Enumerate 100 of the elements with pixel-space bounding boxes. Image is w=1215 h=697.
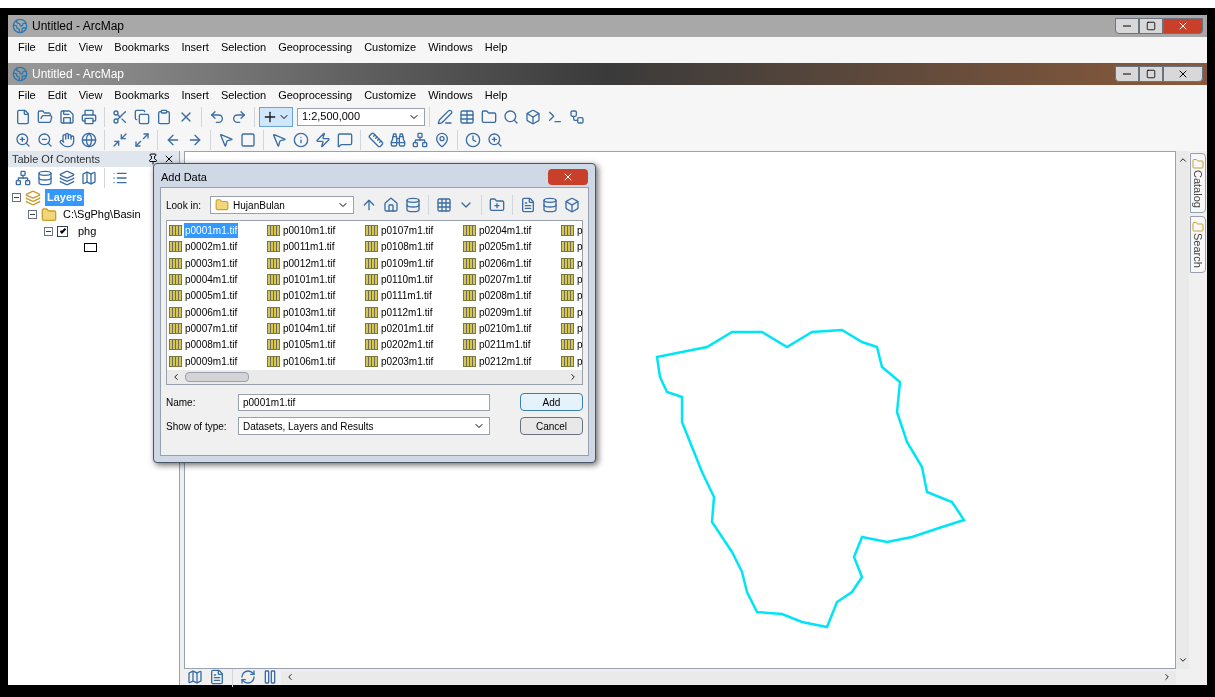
close-button[interactable] bbox=[548, 169, 588, 185]
binoculars-icon[interactable] bbox=[390, 131, 406, 148]
scroll-up-icon[interactable] bbox=[1177, 155, 1188, 165]
scroll-left-icon[interactable] bbox=[171, 372, 181, 382]
open-folder-icon[interactable] bbox=[37, 108, 53, 125]
scroll-left-icon[interactable] bbox=[285, 672, 295, 682]
type-dropdown[interactable]: Datasets, Layers and Results bbox=[238, 417, 490, 435]
raster-filename[interactable]: p0111m1.tif bbox=[380, 288, 433, 304]
raster-filename[interactable]: p bbox=[576, 321, 584, 336]
raster-filename[interactable]: p0012m1.tif bbox=[282, 255, 337, 271]
menu-item[interactable]: Bookmarks bbox=[108, 38, 176, 56]
raster-filename[interactable]: p0203m1.tif bbox=[380, 353, 435, 369]
vertical-scrollbar[interactable] bbox=[1176, 151, 1189, 669]
raster-filename[interactable]: p0108m1.tif bbox=[380, 239, 435, 255]
raster-filename[interactable]: p0112m1.tif bbox=[380, 304, 434, 320]
layer-checkbox[interactable] bbox=[57, 226, 68, 237]
raster-filename[interactable]: p bbox=[576, 353, 584, 369]
scale-dropdown[interactable]: 1:2,500,000 bbox=[297, 107, 425, 126]
view-grid-icon[interactable] bbox=[436, 197, 452, 213]
pin-icon[interactable] bbox=[147, 153, 159, 165]
raster-filename[interactable]: p0107m1.tif bbox=[380, 223, 435, 238]
minimize-button[interactable] bbox=[1115, 66, 1139, 82]
tree-item[interactable]: C:\SgPhg\Basin bbox=[61, 206, 143, 223]
close-button[interactable] bbox=[1163, 66, 1203, 82]
menu-item[interactable]: Geoprocessing bbox=[272, 86, 359, 104]
redo-icon[interactable] bbox=[231, 108, 247, 125]
raster-filename[interactable]: p0006m1.tif bbox=[184, 304, 239, 320]
raster-filename[interactable]: p0208m1.tif bbox=[478, 288, 533, 304]
table-icon[interactable] bbox=[459, 108, 475, 125]
raster-filename[interactable]: p0109m1.tif bbox=[380, 255, 435, 271]
raster-filename[interactable]: p bbox=[576, 223, 584, 238]
menu-item[interactable]: File bbox=[12, 38, 42, 56]
globe-icon[interactable] bbox=[81, 131, 97, 148]
add-button[interactable]: Add bbox=[520, 393, 583, 411]
options-icon[interactable] bbox=[112, 170, 128, 186]
menu-item[interactable]: Geoprocessing bbox=[272, 38, 359, 56]
horizontal-scrollbar[interactable] bbox=[281, 670, 1176, 684]
search-icon[interactable] bbox=[503, 108, 519, 125]
raster-filename[interactable]: p0210m1.tif bbox=[478, 321, 533, 336]
scroll-right-icon[interactable] bbox=[568, 372, 578, 382]
collapse-toggle[interactable] bbox=[44, 227, 53, 236]
raster-filename[interactable]: p bbox=[576, 255, 584, 271]
copy-icon[interactable] bbox=[134, 108, 150, 125]
minimize-button[interactable] bbox=[1115, 18, 1139, 34]
pause-icon[interactable] bbox=[262, 669, 278, 685]
menu-item[interactable]: Edit bbox=[41, 86, 73, 104]
side-tab[interactable]: Catalog bbox=[1190, 153, 1206, 213]
menu-item[interactable]: Windows bbox=[422, 86, 479, 104]
zoom-out-icon[interactable] bbox=[37, 131, 53, 148]
pan-icon[interactable] bbox=[59, 131, 75, 148]
collapse-toggle[interactable] bbox=[12, 193, 21, 202]
raster-filename[interactable]: p0207m1.tif bbox=[478, 272, 533, 287]
menu-item[interactable]: Help bbox=[478, 38, 514, 56]
speech-bubble-icon[interactable] bbox=[337, 131, 353, 148]
raster-filename[interactable]: p0007m1.tif bbox=[184, 321, 239, 336]
raster-filename[interactable]: p0202m1.tif bbox=[380, 337, 435, 353]
raster-filename[interactable]: p0204m1.tif bbox=[478, 223, 533, 238]
menu-item[interactable]: Windows bbox=[422, 38, 479, 56]
raster-filename[interactable]: p0105m1.tif bbox=[282, 337, 337, 353]
menu-item[interactable]: Selection bbox=[214, 38, 273, 56]
raster-filename[interactable]: p0104m1.tif bbox=[282, 321, 337, 336]
scroll-down-icon[interactable] bbox=[1177, 655, 1188, 665]
menu-item[interactable]: Insert bbox=[175, 86, 215, 104]
collapse-toggle[interactable] bbox=[28, 210, 37, 219]
side-tab[interactable]: Search bbox=[1190, 215, 1206, 273]
scissors-icon[interactable] bbox=[112, 108, 128, 125]
raster-filename[interactable]: p0005m1.tif bbox=[184, 288, 239, 304]
save-icon[interactable] bbox=[59, 108, 75, 125]
raster-filename[interactable]: p0206m1.tif bbox=[478, 255, 533, 271]
raster-filename[interactable]: p0004m1.tif bbox=[184, 272, 239, 287]
menu-item[interactable]: File bbox=[12, 86, 42, 104]
undo-icon[interactable] bbox=[209, 108, 225, 125]
print-icon[interactable] bbox=[81, 108, 97, 125]
clock-icon[interactable] bbox=[465, 131, 481, 148]
menu-item[interactable]: View bbox=[72, 86, 109, 104]
menu-item[interactable]: Edit bbox=[41, 38, 73, 56]
close-icon[interactable] bbox=[163, 153, 175, 165]
new-file-icon[interactable] bbox=[520, 197, 536, 213]
pointer-icon[interactable] bbox=[271, 131, 287, 148]
raster-filename[interactable]: p bbox=[576, 337, 584, 353]
look-in-dropdown[interactable]: HujanBulan bbox=[210, 196, 354, 214]
menu-item[interactable]: Help bbox=[478, 86, 514, 104]
scroll-thumb[interactable] bbox=[185, 372, 249, 382]
raster-filename[interactable]: p0209m1.tif bbox=[478, 304, 533, 320]
up-folder-icon[interactable] bbox=[361, 197, 377, 213]
add-data-button[interactable] bbox=[259, 106, 293, 127]
menu-item[interactable]: Customize bbox=[358, 86, 423, 104]
restore-button[interactable] bbox=[1139, 18, 1163, 34]
raster-filename[interactable]: p0211m1.tif bbox=[478, 337, 532, 353]
zoom-in-icon[interactable] bbox=[15, 131, 31, 148]
raster-filename[interactable]: p0009m1.tif bbox=[184, 353, 239, 369]
raster-filename[interactable]: p0110m1.tif bbox=[380, 272, 434, 287]
horizontal-scrollbar[interactable] bbox=[167, 370, 582, 384]
refresh-icon[interactable] bbox=[240, 669, 256, 685]
raster-filename[interactable]: p0103m1.tif bbox=[282, 304, 337, 320]
restore-button[interactable] bbox=[1139, 66, 1163, 82]
raster-filename[interactable]: p0212m1.tif bbox=[478, 353, 533, 369]
info-icon[interactable] bbox=[293, 131, 309, 148]
scroll-right-icon[interactable] bbox=[1162, 672, 1172, 682]
raster-filename[interactable]: p0003m1.tif bbox=[184, 255, 239, 271]
